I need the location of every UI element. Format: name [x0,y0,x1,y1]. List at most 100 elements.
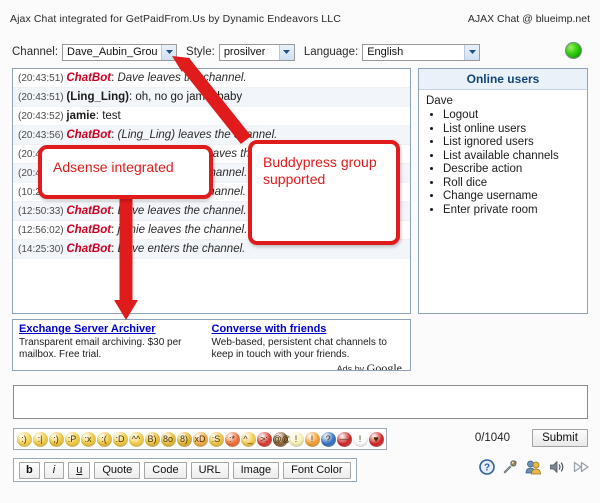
emoticon-glyph: xD [193,432,208,447]
shocked-emoticon[interactable]: 8o [161,432,176,447]
buddypress-callout-text: Buddypress group supported [263,154,377,187]
emoticon-glyph: :( [97,432,112,447]
monkey-emoticon[interactable]: @@ [273,432,288,447]
users-icon[interactable] [525,459,542,475]
emoticon-glyph: 8) [177,432,192,447]
neutral-emoticon[interactable]: :| [33,432,48,447]
online-users-panel: Online users Dave LogoutList online user… [418,68,588,314]
ad-description: Web-based, persistent chat channels to k… [212,337,397,360]
language-select[interactable]: English [362,44,480,61]
svg-text:?: ? [484,463,490,474]
user-command-item[interactable]: Change username [443,190,587,204]
heart-emoticon[interactable]: ♥ [369,432,384,447]
message-text: jamie leaves the channel. [117,224,247,236]
exclaim-emoticon[interactable]: ! [305,432,320,447]
style-select[interactable]: prosilver [219,44,295,61]
no-entry-emoticon[interactable]: — [337,432,352,447]
confused-emoticon[interactable]: :S [209,432,224,447]
ads-attribution: Ads by Google [19,361,404,371]
emoticon-glyph: ! [289,432,304,447]
message-text: test [102,110,121,122]
emoticon-glyph: :x [81,432,96,447]
user-command-item[interactable]: List available channels [443,150,587,164]
submit-button[interactable]: Submit [532,429,588,447]
emoticon-glyph: :P [65,432,80,447]
emoticon-glyph: :S [209,432,224,447]
ad-title-link[interactable]: Exchange Server Archiver [19,323,204,336]
user-command-item[interactable]: List ignored users [443,136,587,150]
bold-button[interactable]: b [19,462,40,479]
wink-emoticon[interactable]: ;) [49,432,64,447]
sad-emoticon[interactable]: :( [97,432,112,447]
sweat-emoticon[interactable]: ^_ [241,432,256,447]
channel-select-value: Dave_Aubin_Group [67,45,158,60]
ad-row: Exchange Server ArchiverTransparent emai… [19,323,404,360]
underline-button[interactable]: u [68,462,90,479]
chat-message: (20:43:51) (Ling_Ling): oh, no go jamie … [13,88,410,107]
user-command-item[interactable]: Describe action [443,163,587,177]
chat-message: (20:43:51) ChatBot: Dave leaves the chan… [13,69,410,88]
emoticon-glyph: ! [305,432,320,447]
message-author: ChatBot [66,243,111,255]
silent-emoticon[interactable]: :x [81,432,96,447]
tongue-emoticon[interactable]: :P [65,432,80,447]
image-button[interactable]: Image [233,462,280,479]
emoticon-glyph: ;) [49,432,64,447]
message-timestamp: (12:50:33) [18,206,66,217]
emoticon-glyph: — [337,432,352,447]
bbcode-toolbar: biuQuoteCode URLImageFont Color [13,458,357,482]
message-author: ChatBot [66,129,111,141]
chevron-down-icon [279,45,294,60]
warning-emoticon[interactable]: ! [353,432,368,447]
laugh-emoticon[interactable]: xD [193,432,208,447]
code-button[interactable]: Code [144,462,186,479]
chat-message: (20:43:52) jamie: test [13,107,410,126]
message-author: ChatBot [66,72,111,84]
message-author: (Ling_Ling) [66,91,129,103]
happy-emoticon[interactable]: ^^ [129,432,144,447]
next-icon[interactable] [573,459,590,475]
user-command-item[interactable]: Roll dice [443,177,587,191]
message-author: jamie [66,110,95,122]
smile-emoticon[interactable]: :) [17,432,32,447]
message-timestamp: (20:43:51) [18,92,66,103]
emoticon-glyph: :D [113,432,128,447]
ad-item: Exchange Server ArchiverTransparent emai… [19,323,212,360]
italic-button[interactable]: i [44,462,64,479]
user-command-item[interactable]: List online users [443,123,587,137]
emoticon-glyph: @@ [273,432,288,447]
devil-emoticon[interactable]: >: [257,432,272,447]
url-button[interactable]: URL [191,462,229,479]
message-text: oh, no go jamie baby [135,91,242,103]
channel-label: Channel: [12,46,58,58]
style-label: Style: [186,46,215,58]
quote-button[interactable]: Quote [94,462,140,479]
sunglasses-emoticon[interactable]: B) [145,432,160,447]
help-icon[interactable]: ? [479,459,495,475]
cool-emoticon[interactable]: 8) [177,432,192,447]
chevron-down-icon [161,45,176,60]
sound-icon[interactable] [549,459,566,475]
message-author: ChatBot [66,205,111,217]
question-emoticon[interactable]: ? [321,432,336,447]
ad-item: Converse with friendsWeb-based, persiste… [212,323,405,360]
channel-select[interactable]: Dave_Aubin_Group [62,44,177,61]
connection-status-indicator [565,42,582,59]
google-ads-panel: Exchange Server ArchiverTransparent emai… [12,319,411,371]
page-root: Ajax Chat integrated for GetPaidFrom.Us … [0,0,600,503]
kiss-emoticon[interactable]: :* [225,432,240,447]
font-color-button[interactable]: Font Color [283,462,350,479]
message-input[interactable] [13,385,588,419]
ads-attribution-prefix: Ads by [337,364,365,371]
settings-icon[interactable] [502,459,518,475]
adsense-callout-text: Adsense integrated [53,159,174,175]
online-users-title: Online users [419,69,587,90]
user-command-item[interactable]: Enter private room [443,204,587,218]
idea-emoticon[interactable]: ! [289,432,304,447]
emoticon-glyph: ^^ [129,432,144,447]
ad-title-link[interactable]: Converse with friends [212,323,397,336]
ad-description: Transparent email archiving. $30 per mai… [19,337,204,360]
grin-emoticon[interactable]: :D [113,432,128,447]
user-command-item[interactable]: Logout [443,109,587,123]
header-title: Ajax Chat integrated for GetPaidFrom.Us … [10,13,341,25]
